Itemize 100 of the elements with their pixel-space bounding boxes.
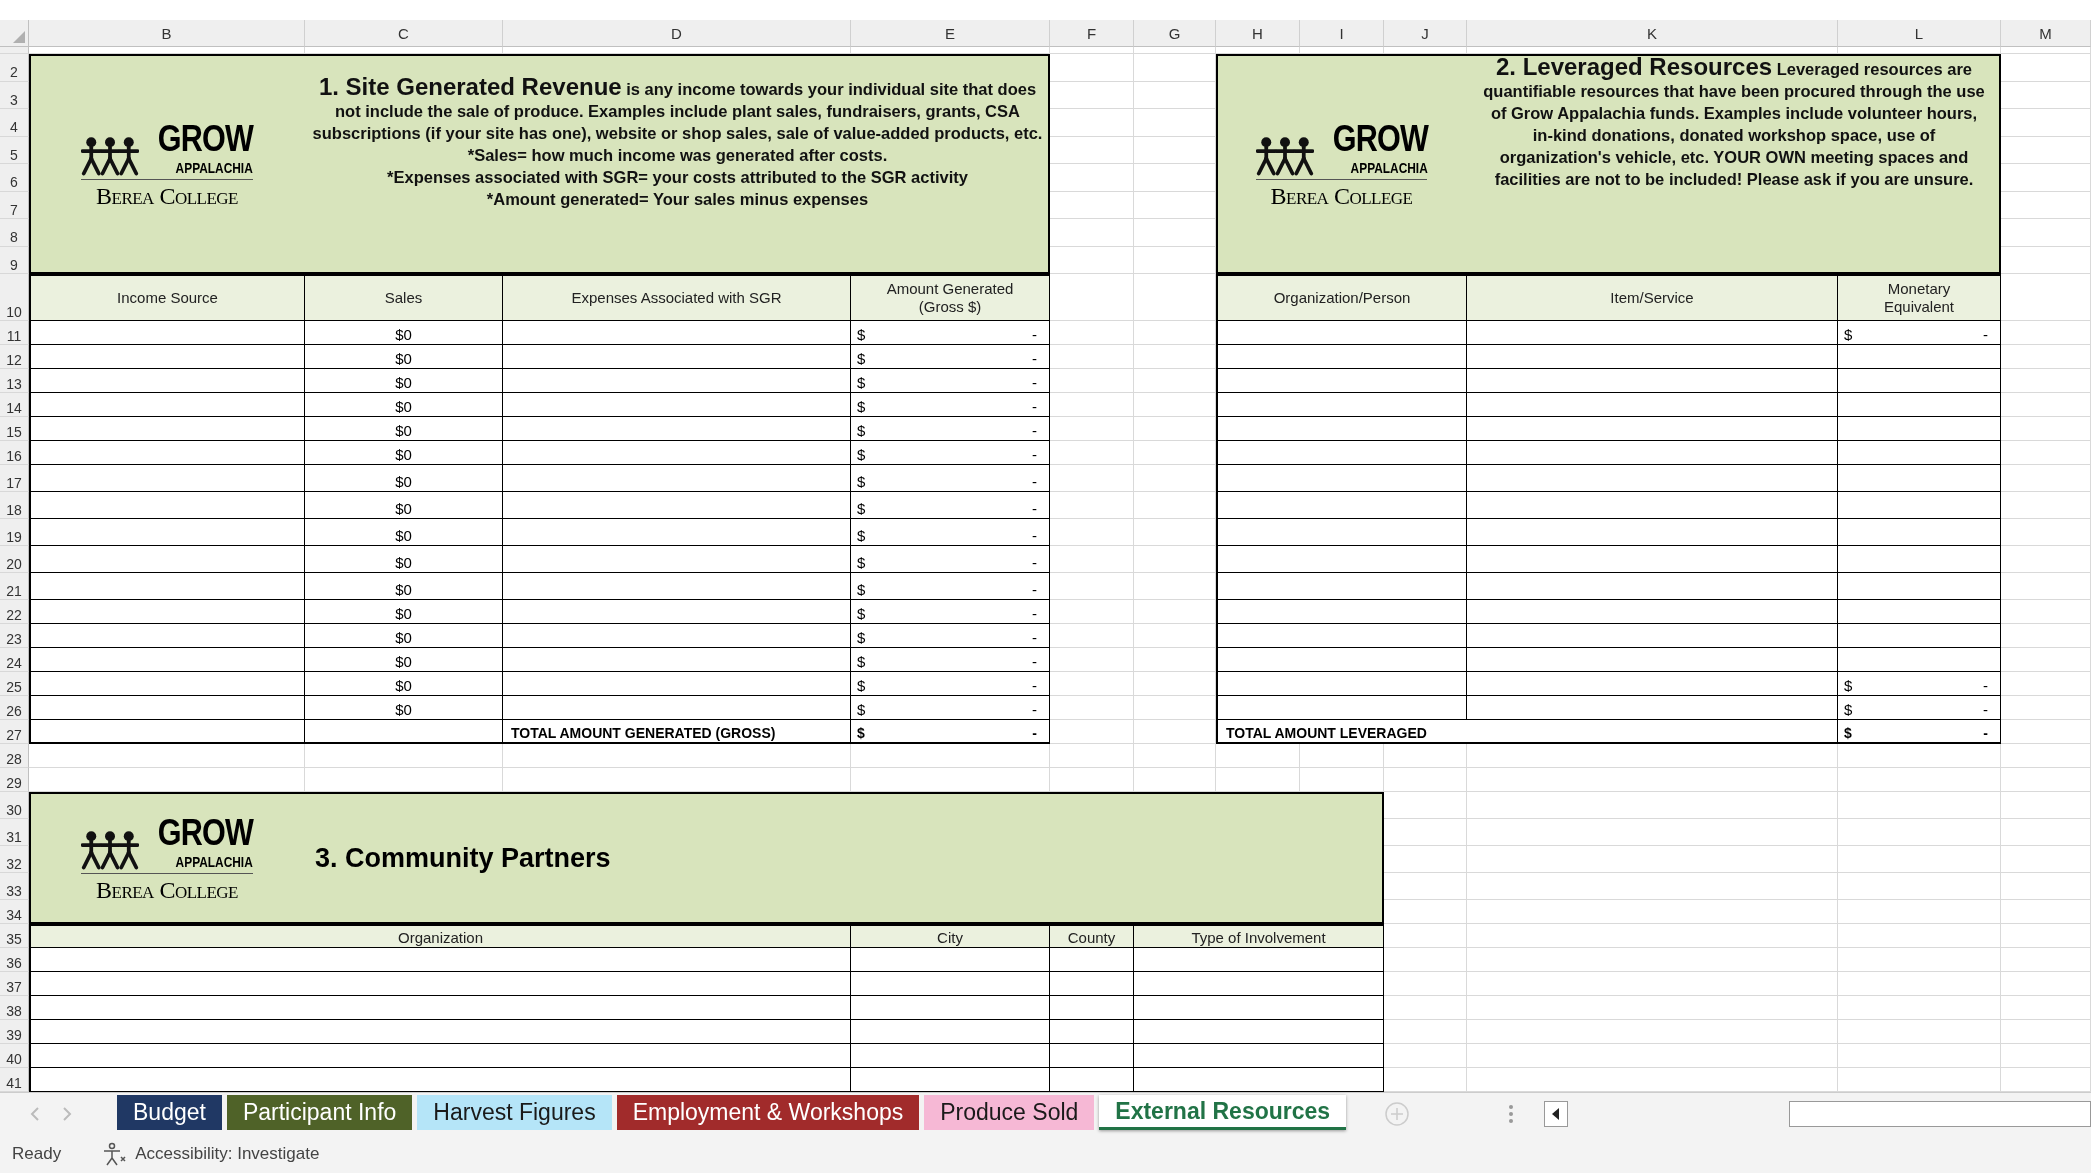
grid-cell[interactable] (1467, 1020, 1838, 1044)
table-cell[interactable] (503, 321, 851, 345)
table-cell[interactable]: $ - (851, 672, 1050, 696)
scroll-right-icon[interactable] (62, 1106, 72, 1121)
row-number[interactable]: 37 (0, 972, 29, 996)
table-cell[interactable] (503, 672, 851, 696)
table-cell[interactable] (503, 345, 851, 369)
table-cell[interactable] (503, 648, 851, 672)
grid-cell[interactable] (2001, 996, 2091, 1020)
row-number[interactable]: 32 (0, 846, 29, 873)
table-cell[interactable] (503, 465, 851, 492)
table-cell[interactable] (29, 624, 305, 648)
table-cell[interactable] (503, 417, 851, 441)
table-cell[interactable] (1216, 441, 1467, 465)
table-cell[interactable]: $ - (851, 369, 1050, 393)
row-number[interactable]: 26 (0, 696, 29, 720)
grid-cell[interactable] (2001, 873, 2091, 900)
table-cell[interactable]: $ - (851, 345, 1050, 369)
grid-cell[interactable] (1838, 948, 2001, 972)
table-cell[interactable] (29, 345, 305, 369)
table-cell[interactable]: $ - (1838, 720, 2001, 744)
grid-cell[interactable] (2001, 948, 2091, 972)
column-header[interactable]: F (1050, 20, 1134, 47)
table-cell[interactable] (29, 417, 305, 441)
row-number[interactable]: 10 (0, 274, 29, 321)
table-cell[interactable]: $ - (851, 417, 1050, 441)
table-cell[interactable] (1467, 573, 1838, 600)
row-number[interactable]: 21 (0, 573, 29, 600)
grid-cell[interactable] (2001, 1020, 2091, 1044)
table-cell[interactable] (503, 573, 851, 600)
grid-cell[interactable] (2001, 972, 2091, 996)
table-cell[interactable] (1467, 345, 1838, 369)
grid-cell[interactable] (1467, 948, 1838, 972)
table-cell[interactable]: $ - (851, 648, 1050, 672)
table-cell[interactable] (1134, 1068, 1384, 1092)
grid-cell[interactable] (1467, 819, 1838, 846)
grid-cell[interactable] (2001, 47, 2091, 54)
table-cell[interactable] (29, 672, 305, 696)
table-cell[interactable] (503, 393, 851, 417)
grid-cell[interactable] (1467, 768, 1838, 792)
row-number[interactable]: 7 (0, 191, 29, 219)
row-number[interactable]: 17 (0, 465, 29, 492)
table-cell[interactable] (29, 600, 305, 624)
table-cell[interactable] (1467, 648, 1838, 672)
table-cell[interactable] (1467, 672, 1838, 696)
table-cell[interactable] (1467, 369, 1838, 393)
sheet-tab[interactable]: Budget (117, 1095, 222, 1130)
table-cell[interactable] (29, 441, 305, 465)
table-cell[interactable]: $ - (851, 441, 1050, 465)
grid-cell[interactable] (1838, 792, 2001, 819)
table-cell[interactable] (1216, 624, 1467, 648)
table-cell[interactable] (29, 369, 305, 393)
table-cell[interactable] (29, 546, 305, 573)
table-cell[interactable] (1838, 519, 2001, 546)
table-cell[interactable] (1134, 948, 1384, 972)
grid-cell[interactable] (1838, 924, 2001, 948)
grid-cell[interactable] (1838, 900, 2001, 924)
row-number[interactable]: 28 (0, 744, 29, 768)
column-header[interactable]: C (305, 20, 503, 47)
grid-cell[interactable] (2001, 768, 2091, 792)
row-header[interactable] (0, 47, 29, 54)
table-cell[interactable] (1216, 573, 1467, 600)
row-number[interactable]: 3 (0, 81, 29, 109)
row-number[interactable]: 6 (0, 164, 29, 192)
grid-cell[interactable] (1838, 768, 2001, 792)
column-header[interactable]: B (29, 20, 305, 47)
row-number[interactable]: 16 (0, 441, 29, 465)
table-cell[interactable] (1216, 696, 1467, 720)
row-number[interactable]: 4 (0, 109, 29, 137)
table-cell[interactable] (1838, 393, 2001, 417)
table-cell[interactable] (1838, 648, 2001, 672)
table-cell[interactable] (29, 972, 851, 996)
row-number[interactable]: 19 (0, 519, 29, 546)
table-cell[interactable] (1216, 672, 1467, 696)
table-cell[interactable]: $ - (851, 321, 1050, 345)
row-number[interactable]: 40 (0, 1044, 29, 1068)
table-cell[interactable] (1216, 648, 1467, 672)
table-cell[interactable] (1216, 600, 1467, 624)
table-cell[interactable] (29, 465, 305, 492)
table-cell[interactable] (305, 720, 503, 744)
grid-cell[interactable] (1838, 996, 2001, 1020)
row-number[interactable]: 22 (0, 600, 29, 624)
table-cell[interactable] (1216, 492, 1467, 519)
row-number[interactable]: 30 (0, 792, 29, 819)
table-cell[interactable] (1838, 345, 2001, 369)
table-cell[interactable] (851, 972, 1050, 996)
table-cell[interactable] (1467, 441, 1838, 465)
row-number[interactable]: 20 (0, 546, 29, 573)
grid-cell[interactable] (1050, 47, 1134, 54)
table-cell[interactable] (503, 600, 851, 624)
table-cell[interactable] (1467, 321, 1838, 345)
table-cell[interactable] (1216, 417, 1467, 441)
grid-cell[interactable] (1467, 900, 1838, 924)
grid-cell[interactable] (1467, 873, 1838, 900)
table-cell[interactable] (503, 546, 851, 573)
table-cell[interactable] (503, 519, 851, 546)
table-cell[interactable] (1838, 369, 2001, 393)
accessibility-button[interactable]: Accessibility: Investigate (135, 1143, 320, 1164)
table-cell[interactable] (1838, 417, 2001, 441)
table-cell[interactable] (29, 1044, 851, 1068)
